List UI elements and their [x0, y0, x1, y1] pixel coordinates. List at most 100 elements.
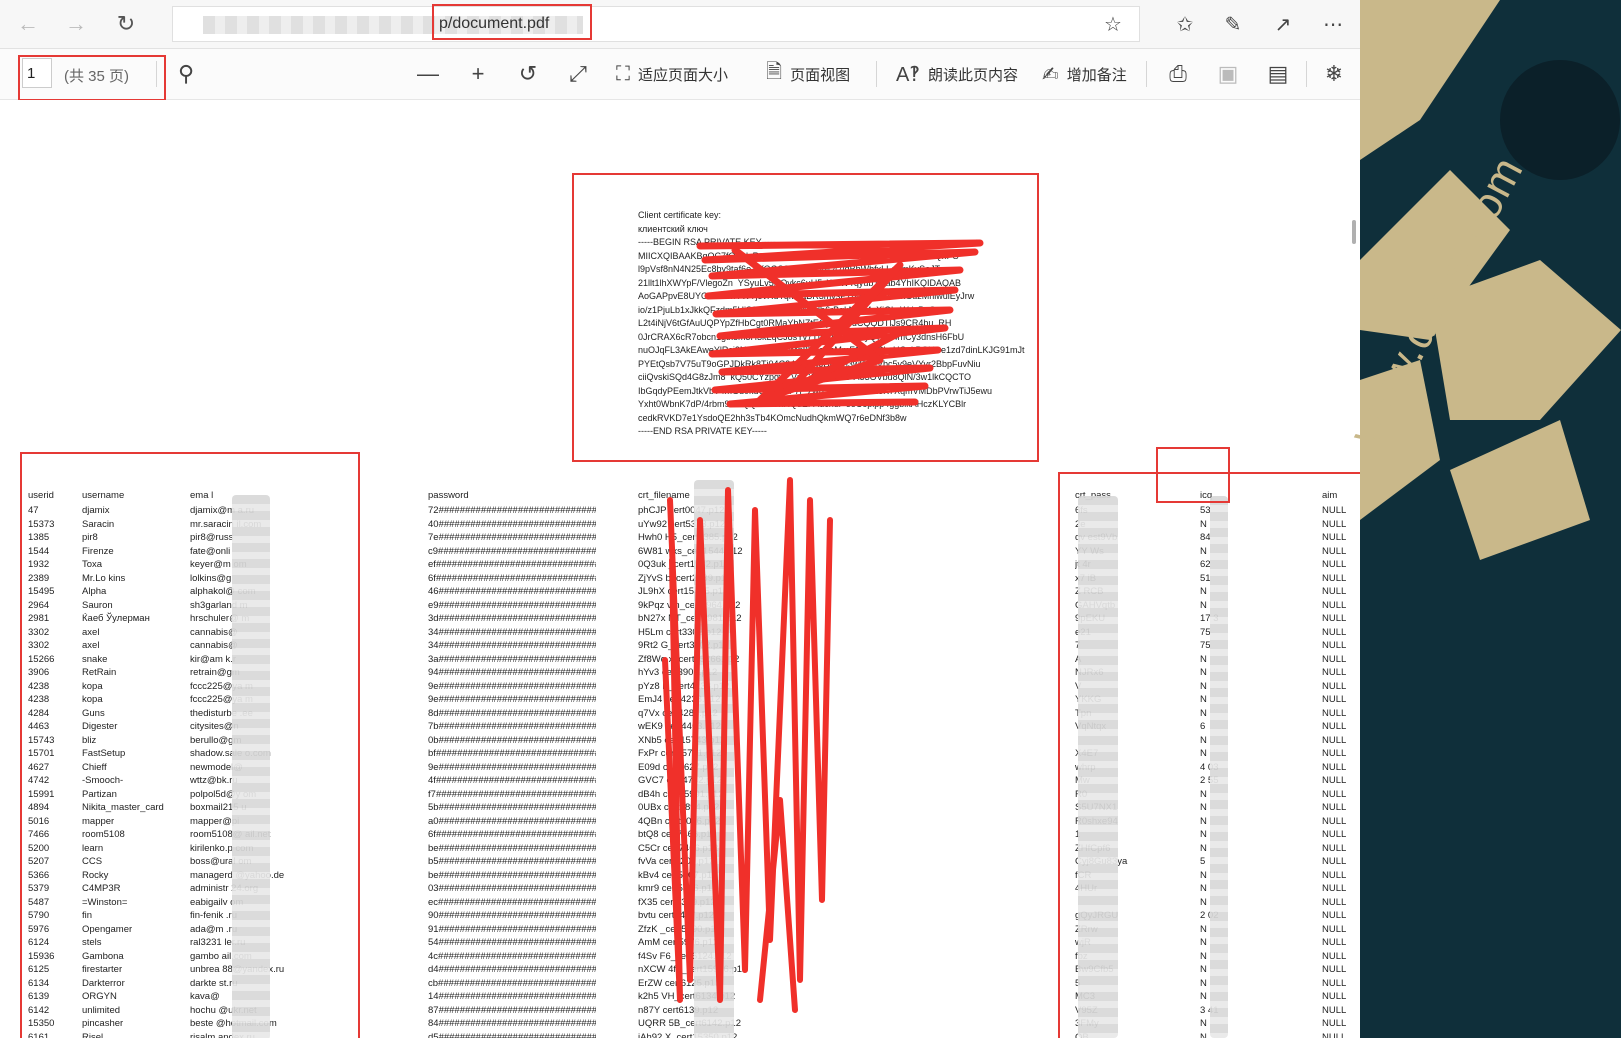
cell-password: d4################################ — [428, 963, 596, 977]
password-mask: ################################ — [438, 856, 596, 867]
fit-page-icon: ⛶ — [616, 62, 630, 85]
rotate-icon[interactable]: ↺ — [512, 58, 544, 90]
password-mask: ################################ — [438, 964, 596, 975]
read-aloud-icon: A‽ — [896, 63, 920, 86]
password-mask: ################################ — [438, 910, 596, 921]
password-mask: ################################ — [438, 613, 596, 624]
cell-password: 46################################ — [428, 585, 596, 599]
password-prefix: 91 — [428, 923, 439, 935]
share-icon[interactable]: ↗ — [1266, 8, 1300, 40]
forward-arrow-icon[interactable]: → — [60, 8, 92, 40]
cell-crt-filename: FxPr cert15701.p12 — [638, 748, 722, 759]
read-aloud-button[interactable]: A‽ 朗读此页内容 — [896, 58, 1018, 90]
cell-crt-filename: btQ8 cert7466.p12 — [638, 829, 717, 840]
password-prefix: 9e — [428, 694, 439, 705]
password-prefix: be — [428, 869, 439, 881]
password-prefix: a0 — [428, 815, 439, 827]
password-mask: ################################ — [438, 707, 596, 719]
read-aloud-label: 朗读此页内容 — [927, 66, 1018, 84]
password-mask: ################################ — [438, 586, 596, 597]
password-prefix: 6f — [428, 572, 436, 584]
password-mask: ################################ — [435, 559, 596, 570]
password-prefix: 6f — [428, 829, 436, 840]
cell-password: ef################################ — [428, 558, 596, 572]
url-field[interactable]: p/document.pdf — [172, 6, 1140, 42]
password-mask: ################################ — [438, 937, 596, 948]
add-notes-icon: ✍ — [1042, 63, 1059, 86]
refresh-icon[interactable]: ↻ — [110, 8, 142, 40]
save-icon[interactable]: ▣ — [1212, 58, 1244, 90]
cell-password: bf################################ — [428, 747, 596, 761]
cell-crt-filename: phCJP cert0047.p12 — [638, 505, 725, 516]
print-icon[interactable]: ⎙ — [1162, 58, 1194, 90]
password-mask: ################################ — [438, 599, 596, 611]
cell-crt-filename: ZjYvS b_cert2389.p12 — [638, 572, 732, 584]
cell-crt-filename: bN27x NT_cert2981.p12 — [638, 613, 742, 624]
password-mask: ################################ — [438, 815, 596, 827]
cell-crt-filename: k2h5 VH_cert6134.p12 — [638, 991, 736, 1002]
toolbar-divider — [876, 61, 877, 87]
crt-filename-redaction — [694, 480, 734, 1038]
cell-crt-filename: AmM cert5976.p12 — [638, 937, 719, 948]
cell-crt-filename: 0UBx cert4894.p12 — [638, 802, 720, 813]
password-mask: ################################ — [438, 505, 596, 516]
more-icon[interactable]: ⋯ — [1316, 8, 1350, 40]
cell-crt-filename: kmr9 cert5366.p12 — [638, 883, 718, 894]
cell-crt-filename: kBv4 cert5207.p12 — [638, 869, 718, 881]
password-mask: ################################ — [438, 626, 596, 638]
pin-toolbar-icon[interactable]: ❄ — [1318, 58, 1350, 90]
fit-page-label: 适应页面大小 — [638, 66, 729, 84]
password-prefix: f7 — [428, 788, 436, 800]
page-view-button[interactable]: 🗎 页面视图 — [766, 58, 850, 90]
toolbar-divider — [1306, 61, 1307, 87]
star-icon[interactable]: ☆ — [1096, 8, 1130, 40]
cell-password: 4c################################ — [428, 950, 596, 964]
zoom-out-icon[interactable]: — — [412, 58, 444, 90]
add-notes-button[interactable]: ✍ 增加备注 — [1042, 58, 1127, 90]
right-columns-highlight-frame — [1058, 472, 1360, 1038]
cell-crt-filename: H5Lm cert3302.p12 — [638, 626, 722, 638]
page-view-icon: 🗎 — [766, 61, 783, 83]
browser-window: ← → ↻ p/document.pdf ☆ ✩ ✎ ↗ ⋯ 1 (共 35 页… — [0, 0, 1360, 1038]
cell-password: 87################################ — [428, 1004, 596, 1018]
cell-crt-filename: 9kPqz vm_cert2964.p12 — [638, 599, 741, 611]
zoom-in-icon[interactable]: + — [462, 58, 494, 90]
add-notes-label: 增加备注 — [1066, 66, 1127, 84]
password-prefix: 4f — [428, 775, 436, 786]
fullscreen-icon[interactable]: ⤢ — [562, 58, 594, 90]
cell-crt-filename: uYw92 cert5373.p12 — [638, 518, 726, 530]
favorites-icon[interactable]: ✩ — [1168, 8, 1202, 40]
search-icon[interactable]: ⚲ — [170, 58, 202, 90]
password-prefix: 90 — [428, 910, 439, 921]
pen-icon[interactable]: ✎ — [1216, 8, 1250, 40]
cell-crt-filename: UQRR 5B_cert6142.p12 — [638, 1018, 741, 1029]
cell-password: be################################ — [428, 842, 596, 856]
password-mask: ################################ — [438, 640, 596, 651]
back-arrow-icon[interactable]: ← — [12, 8, 44, 40]
password-prefix: ec — [428, 896, 439, 908]
cell-password: 03################################ — [428, 882, 596, 896]
cell-password: 9e################################ — [428, 680, 596, 694]
save-as-icon[interactable]: ▤ — [1262, 58, 1294, 90]
password-mask: ################################ — [438, 883, 596, 894]
cell-password: 94################################ — [428, 666, 596, 680]
password-mask: ################################ — [435, 788, 596, 800]
password-prefix: 8d — [428, 707, 439, 719]
password-prefix: 46 — [428, 586, 439, 597]
cell-crt-filename: q7Vx cert4284.p12 — [638, 707, 718, 719]
cell-crt-filename: E09d cert4627.p12 — [638, 761, 719, 773]
cell-password: b5################################ — [428, 855, 596, 869]
fit-page-button[interactable]: ⛶ 适应页面大小 — [616, 58, 728, 90]
password-prefix: 40 — [428, 518, 439, 530]
password-mask: ################################ — [438, 1031, 596, 1038]
password-prefix: 9e — [428, 761, 439, 773]
cell-crt-filename: fvVa cert5200.p12 — [638, 856, 715, 867]
password-mask: ################################ — [438, 802, 596, 813]
page-view-label: 页面视图 — [790, 66, 851, 84]
password-prefix: 5b — [428, 802, 439, 813]
cell-password: cb################################ — [428, 977, 596, 991]
cell-crt-filename: n87Y cert6139.p12 — [638, 1004, 719, 1016]
cell-password: 8d################################ — [428, 707, 596, 721]
cell-password: 72################################ — [428, 504, 596, 518]
password-prefix: ef — [428, 559, 436, 570]
